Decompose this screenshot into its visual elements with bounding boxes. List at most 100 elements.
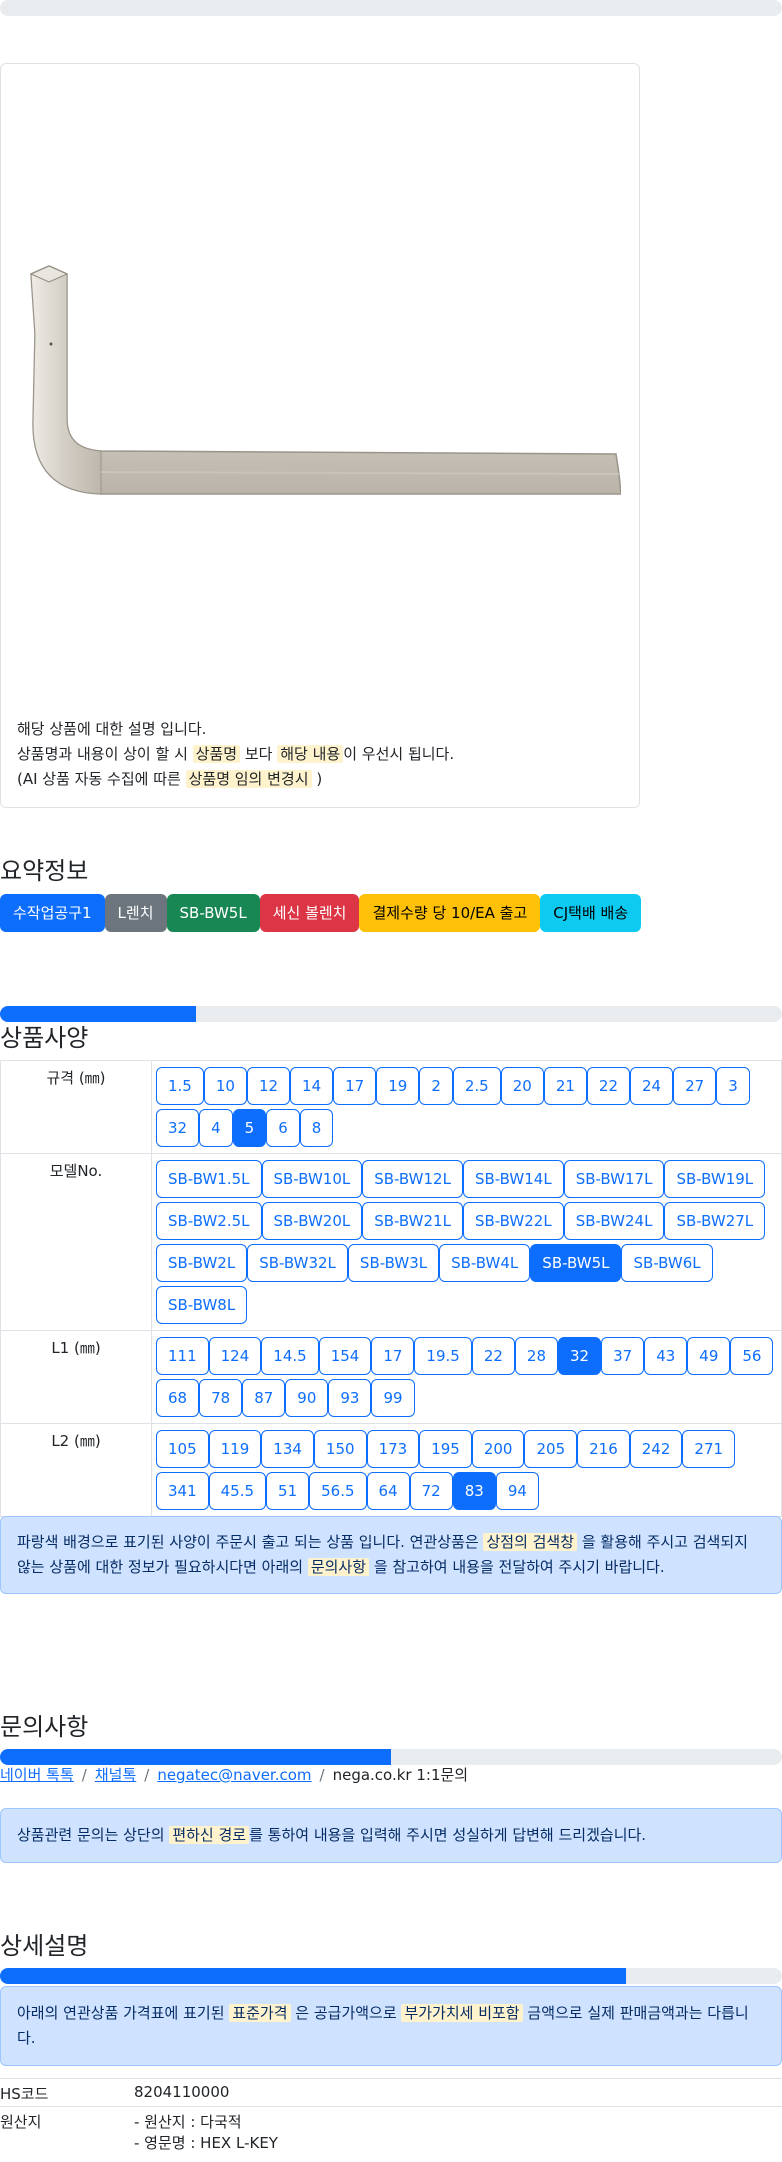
spec-option-button[interactable]: 51 bbox=[266, 1472, 310, 1510]
summary-badges: 수작업공구1 L렌치 SB-BW5L 세신 볼렌치 결제수량 당 10/EA 출… bbox=[0, 894, 642, 932]
spec-option-button[interactable]: 2.5 bbox=[452, 1067, 501, 1105]
spec-option-button[interactable]: 37 bbox=[601, 1337, 645, 1375]
spec-option-button[interactable]: SB-BW14L bbox=[462, 1160, 564, 1198]
spec-option-button[interactable]: 49 bbox=[687, 1337, 731, 1375]
spec-option-button[interactable]: 5 bbox=[232, 1109, 267, 1147]
spec-option-button[interactable]: 12 bbox=[246, 1067, 291, 1105]
spec-option-button[interactable]: 94 bbox=[495, 1472, 539, 1510]
spec-option-button[interactable]: SB-BW4L bbox=[439, 1244, 531, 1282]
spec-options: 1.5 10 12 14 17 19 2 2.5 20 21 22 24 27 3 32 4 5 6 8 bbox=[151, 1060, 782, 1154]
spec-option-button[interactable]: 8 bbox=[299, 1109, 334, 1147]
spec-option-button[interactable]: 154 bbox=[318, 1337, 372, 1375]
spec-option-button[interactable]: SB-BW20L bbox=[261, 1202, 363, 1240]
spec-option-button[interactable]: 10 bbox=[203, 1067, 247, 1105]
spec-option-button[interactable]: 87 bbox=[242, 1379, 286, 1417]
spec-option-button[interactable]: 27 bbox=[673, 1067, 717, 1105]
spec-option-button[interactable]: 90 bbox=[285, 1379, 329, 1417]
spec-option-button[interactable]: 45.5 bbox=[208, 1472, 267, 1510]
spec-option-button[interactable]: 6 bbox=[266, 1109, 300, 1147]
spec-option-button[interactable]: 83 bbox=[452, 1472, 496, 1510]
spec-option-button[interactable]: SB-BW2L bbox=[156, 1244, 248, 1282]
spec-option-button[interactable]: 32 bbox=[156, 1109, 200, 1147]
channel-talk-link[interactable]: 채널톡 bbox=[95, 1766, 136, 1784]
spec-option-button[interactable]: 20 bbox=[500, 1067, 544, 1105]
spec-option-button[interactable]: 134 bbox=[261, 1430, 314, 1468]
spec-option-button[interactable]: SB-BW21L bbox=[362, 1202, 463, 1240]
spec-option-button[interactable]: 99 bbox=[371, 1379, 415, 1417]
spec-option-button[interactable]: 68 bbox=[156, 1379, 200, 1417]
spec-option-button[interactable]: SB-BW22L bbox=[462, 1202, 564, 1240]
spec-option-button[interactable]: 1.5 bbox=[156, 1067, 204, 1105]
spec-option-button[interactable]: 24 bbox=[630, 1067, 674, 1105]
spec-option-button[interactable]: 19 bbox=[376, 1067, 420, 1105]
email-link[interactable]: negatec@naver.com bbox=[157, 1766, 311, 1784]
spec-option-button[interactable]: 19.5 bbox=[414, 1337, 472, 1375]
spec-option-button[interactable]: 14 bbox=[290, 1067, 334, 1105]
spec-option-button[interactable]: SB-BW6L bbox=[621, 1244, 713, 1282]
spec-option-button[interactable]: 21 bbox=[543, 1067, 587, 1105]
spec-option-button[interactable]: SB-BW27L bbox=[664, 1202, 766, 1240]
spec-option-button[interactable]: 17 bbox=[371, 1337, 415, 1375]
alert-text: 를 통하여 내용을 입력해 주시면 성실하게 답변해 드리겠습니다. bbox=[249, 1826, 647, 1844]
spec-label: L2 (㎜) bbox=[0, 1423, 152, 1517]
spec-option-button[interactable]: 124 bbox=[208, 1337, 262, 1375]
spec-option-button[interactable]: 22 bbox=[586, 1067, 631, 1105]
alert-highlight: 상점의 검색창 bbox=[483, 1533, 578, 1551]
spec-row-size: 규격 (㎜) 1.5 10 12 14 17 19 2 2.5 20 21 22 24 27 3 32 4 5 6… bbox=[0, 1060, 782, 1154]
spec-option-button[interactable]: 111 bbox=[156, 1337, 209, 1375]
naver-talk-link[interactable]: 네이버 톡톡 bbox=[0, 1766, 74, 1784]
spec-option-button[interactable]: 17 bbox=[333, 1067, 377, 1105]
spec-option-button[interactable]: 22 bbox=[471, 1337, 515, 1375]
spec-option-button[interactable]: 72 bbox=[409, 1472, 453, 1510]
inquiry-title: 문의사항 bbox=[0, 1713, 89, 1741]
hs-code-row: HS코드 8204110000 bbox=[0, 2078, 782, 2107]
spec-option-button[interactable]: 28 bbox=[514, 1337, 559, 1375]
spec-option-button[interactable]: 205 bbox=[524, 1430, 578, 1468]
badge-brand: 세신 볼렌치 bbox=[259, 894, 360, 932]
spec-option-button[interactable]: 43 bbox=[644, 1337, 688, 1375]
spec-option-button[interactable]: SB-BW24L bbox=[563, 1202, 665, 1240]
spec-option-button[interactable]: SB-BW12L bbox=[362, 1160, 463, 1198]
spec-option-button[interactable]: 105 bbox=[156, 1430, 209, 1468]
spec-option-button[interactable]: 56 bbox=[730, 1337, 774, 1375]
spec-option-button[interactable]: 195 bbox=[419, 1430, 472, 1468]
spec-option-button[interactable]: 271 bbox=[682, 1430, 736, 1468]
spec-option-button[interactable]: 173 bbox=[366, 1430, 420, 1468]
spec-options: SB-BW1.5L SB-BW10L SB-BW12L SB-BW14L SB-BW17… bbox=[151, 1153, 782, 1331]
spec-option-button[interactable]: 64 bbox=[366, 1472, 410, 1510]
inquiry-channels: 네이버 톡톡 / 채널톡 / negatec@naver.com / nega.co.kr … bbox=[0, 1764, 468, 1785]
note-line-1: 해당 상품에 대한 설명 입니다. bbox=[17, 720, 207, 738]
spec-option-button[interactable]: 4 bbox=[199, 1109, 233, 1147]
spec-option-button[interactable]: SB-BW2.5L bbox=[156, 1202, 262, 1240]
spec-option-button[interactable]: 119 bbox=[208, 1430, 262, 1468]
spec-option-button[interactable]: 93 bbox=[328, 1379, 372, 1417]
origin-row: 원산지 - 원산지 : 다국적 - 영문명 : HEX L-KEY bbox=[0, 2106, 782, 2155]
spec-option-button[interactable]: 32 bbox=[558, 1337, 602, 1375]
alert-highlight: 편하신 경로 bbox=[169, 1826, 250, 1844]
spec-option-button[interactable]: SB-BW32L bbox=[247, 1244, 348, 1282]
note-line-3: (AI 상품 자동 수집에 따른 상품명 임의 변경시 ) bbox=[17, 767, 627, 792]
spec-option-button[interactable]: 56.5 bbox=[309, 1472, 367, 1510]
spec-option-button[interactable]: 78 bbox=[199, 1379, 243, 1417]
spec-option-button[interactable]: SB-BW5L bbox=[530, 1244, 622, 1282]
spec-option-button[interactable]: 242 bbox=[629, 1430, 683, 1468]
spec-option-button[interactable]: 341 bbox=[156, 1472, 209, 1510]
spec-option-button[interactable]: SB-BW19L bbox=[664, 1160, 766, 1198]
spec-option-button[interactable]: 150 bbox=[313, 1430, 367, 1468]
spec-option-button[interactable]: SB-BW3L bbox=[347, 1244, 440, 1282]
note-text: ) bbox=[316, 770, 323, 788]
spec-option-button[interactable]: SB-BW17L bbox=[563, 1160, 665, 1198]
note-line-2: 상품명과 내용이 상이 할 시 상품명 보다 해당 내용 이 우선시 됩니다. bbox=[17, 742, 627, 767]
hs-code-label: HS코드 bbox=[0, 2078, 134, 2107]
spec-option-button[interactable]: SB-BW1.5L bbox=[156, 1160, 262, 1198]
spec-option-button[interactable]: 14.5 bbox=[261, 1337, 319, 1375]
spec-option-button[interactable]: SB-BW10L bbox=[261, 1160, 363, 1198]
alert-highlight: 문의사항 bbox=[307, 1558, 370, 1576]
spec-option-button[interactable]: 216 bbox=[577, 1430, 630, 1468]
spec-option-button[interactable]: 3 bbox=[716, 1067, 750, 1105]
inquiry-alert: 상품관련 문의는 상단의 편하신 경로 를 통하여 내용을 입력해 주시면 성실하… bbox=[0, 1808, 782, 1863]
spec-option-button[interactable]: 2 bbox=[419, 1067, 453, 1105]
spec-option-button[interactable]: SB-BW8L bbox=[156, 1286, 248, 1324]
spec-option-button[interactable]: 200 bbox=[471, 1430, 525, 1468]
spec-title: 상품사양 bbox=[0, 1024, 89, 1052]
